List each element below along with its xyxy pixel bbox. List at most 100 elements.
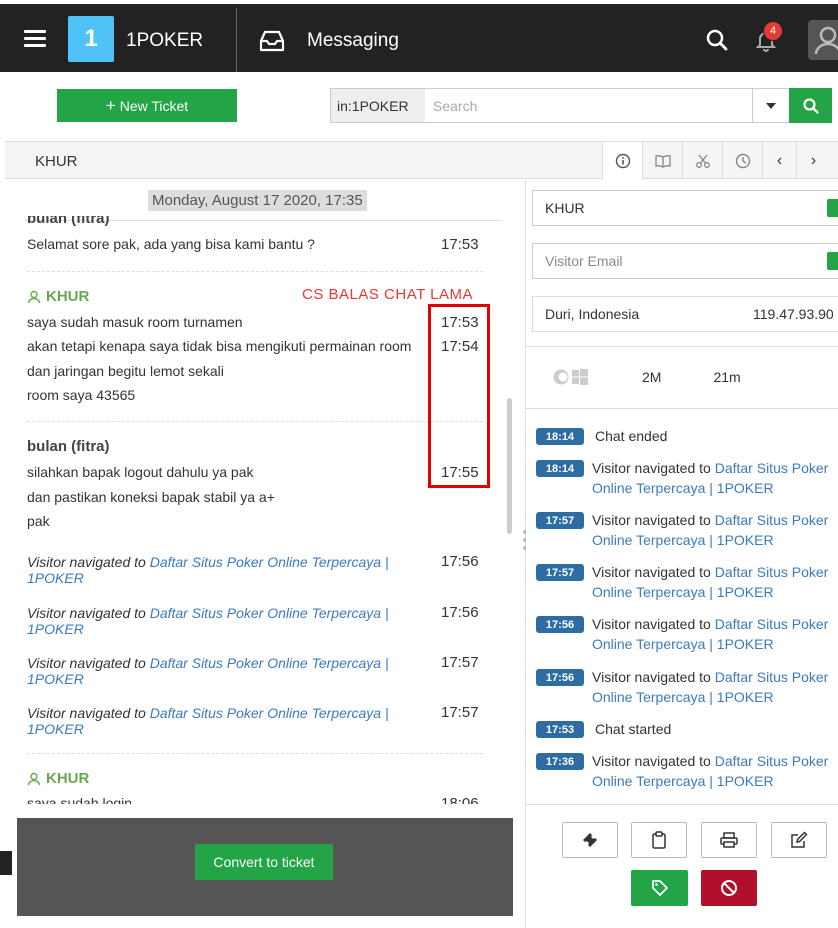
page-link[interactable]: Daftar Situs Poker <box>715 512 829 528</box>
create-ticket-button[interactable] <box>562 822 618 858</box>
book-icon <box>654 154 671 168</box>
copy-transcript-button[interactable] <box>631 822 687 858</box>
print-button[interactable] <box>701 822 757 858</box>
page-link[interactable]: Daftar Situs Poker Online Terpercaya | <box>150 554 389 570</box>
user-icon <box>814 26 838 55</box>
tab-history[interactable] <box>722 142 762 179</box>
message-separator <box>27 271 483 272</box>
page-link[interactable]: 1POKER <box>27 570 84 586</box>
search-button[interactable] <box>789 88 832 123</box>
inbox-icon <box>259 30 285 52</box>
tab-snippets[interactable] <box>682 142 722 179</box>
search-bar: in:1POKER <box>330 88 832 123</box>
message-time: 17:56 <box>441 604 479 621</box>
brand-name[interactable]: 1POKER <box>126 30 203 52</box>
navigation-event: Visitor navigated to Daftar Situs Poker … <box>27 605 389 637</box>
message-time: 18:06 <box>441 795 479 804</box>
visitor-stats: 2M 21m <box>552 366 741 388</box>
windows-icon <box>572 369 588 385</box>
timeline-time-badge: 17:53 <box>536 721 584 738</box>
navigation-event: Visitor navigated to Daftar Situs Poker … <box>27 705 389 737</box>
clipboard-icon <box>652 831 666 849</box>
visitor-name-value: KHUR <box>545 200 585 216</box>
page-link[interactable]: 1POKER <box>27 621 84 637</box>
timeline-time-badge: 18:14 <box>536 428 584 445</box>
page-link[interactable]: 1POKER <box>27 721 84 737</box>
email-placeholder: Visitor Email <box>545 253 623 269</box>
edit-button[interactable] <box>771 822 827 858</box>
search-input[interactable] <box>425 89 753 122</box>
page-link[interactable]: Online Terpercaya | 1POKER <box>592 480 774 496</box>
timeline-text: Visitor navigated to Daftar Situs Poker O… <box>592 564 829 600</box>
page-link[interactable]: Online Terpercaya | 1POKER <box>592 636 774 652</box>
page-link[interactable]: Daftar Situs Poker <box>715 616 829 632</box>
user-avatar[interactable] <box>808 20 838 60</box>
page-link[interactable]: Online Terpercaya | 1POKER <box>592 689 774 705</box>
prev-conversation-button[interactable]: ‹ <box>762 142 796 179</box>
page-link[interactable]: Daftar Situs Poker <box>715 669 829 685</box>
visitor-name: KHUR <box>46 770 90 787</box>
message-text: dan pastikan koneksi bapak stabil ya a+ <box>27 489 275 505</box>
save-icon[interactable] <box>827 252 838 270</box>
ban-visitor-button[interactable] <box>701 870 757 906</box>
search-prefix[interactable]: in:1POKER <box>331 89 425 122</box>
chat-transcript[interactable]: Monday, August 17 2020, 17:35 bulan (fit… <box>5 180 525 804</box>
notification-badge: 4 <box>763 21 783 41</box>
navigation-event: Visitor navigated to Daftar Situs Poker … <box>27 655 389 687</box>
stat-1: 2M <box>642 369 662 385</box>
divider <box>236 8 237 74</box>
operator-name-partial: bulan (fitra) <box>27 210 110 227</box>
toolbar: + New Ticket in:1POKER <box>0 72 838 140</box>
timeline-text: Visitor navigated to Daftar Situs Poker O… <box>592 460 829 496</box>
new-ticket-button[interactable]: + New Ticket <box>57 89 237 122</box>
page-link[interactable]: Online Terpercaya | 1POKER <box>592 584 774 600</box>
tag-button[interactable] <box>631 870 688 906</box>
timeline-time-badge: 17:36 <box>536 753 584 770</box>
page-link[interactable]: Online Terpercaya | 1POKER <box>592 532 774 548</box>
left-edge-tab[interactable] <box>0 851 12 875</box>
conversation-tabbar: KHUR ‹ › <box>5 141 838 179</box>
date-separator: Monday, August 17 2020, 17:35 <box>148 190 367 211</box>
save-icon[interactable] <box>827 199 838 217</box>
print-icon <box>720 832 738 848</box>
page-link[interactable]: 1POKER <box>27 671 84 687</box>
divider <box>526 804 838 805</box>
tab-knowledge[interactable] <box>642 142 682 179</box>
browser-icon <box>553 369 569 385</box>
edit-icon <box>791 831 808 848</box>
search-dropdown-button[interactable] <box>753 89 789 122</box>
convert-to-ticket-button[interactable]: Convert to ticket <box>195 844 333 880</box>
message-separator <box>27 753 483 754</box>
plus-icon: + <box>105 95 116 115</box>
chat-scrollbar[interactable] <box>507 398 512 534</box>
page-link[interactable]: Daftar Situs Poker Online Terpercaya | <box>150 705 389 721</box>
user-icon <box>27 772 41 786</box>
visitor-location: Duri, Indonesia 119.47.93.90 <box>532 296 838 332</box>
compose-area: Convert to ticket <box>17 818 513 916</box>
clock-icon <box>735 153 750 168</box>
visitor-name-field[interactable]: KHUR <box>532 190 838 226</box>
message-separator <box>27 421 483 422</box>
page-link[interactable]: Daftar Situs Poker <box>715 564 829 580</box>
next-conversation-button[interactable]: › <box>796 142 830 179</box>
tab-info[interactable] <box>602 142 642 179</box>
section-title[interactable]: Messaging <box>307 30 399 52</box>
timeline-text: Visitor navigated to Daftar Situs Poker O… <box>592 616 829 652</box>
ip-address: 119.47.93.90 <box>753 306 834 322</box>
page-link[interactable]: Online Terpercaya | 1POKER <box>592 773 774 789</box>
divider <box>526 346 838 347</box>
page-link[interactable]: Daftar Situs Poker Online Terpercaya | <box>150 655 389 671</box>
page-link[interactable]: Daftar Situs Poker <box>715 460 829 476</box>
page-link[interactable]: Daftar Situs Poker <box>715 753 829 769</box>
visitor-info-panel: KHUR Visitor Email Duri, Indonesia 119.4… <box>526 180 838 928</box>
page-link[interactable]: Daftar Situs Poker Online Terpercaya | <box>150 605 389 621</box>
search-icon[interactable] <box>706 29 728 51</box>
hamburger-icon[interactable] <box>24 30 46 48</box>
info-icon <box>615 153 630 168</box>
timeline-time-badge: 18:14 <box>536 460 584 477</box>
annotation-text: CS BALAS CHAT LAMA <box>302 286 473 303</box>
annotation-highlight-box <box>428 304 490 488</box>
logo[interactable]: 1 <box>68 16 114 62</box>
visitor-email-field[interactable]: Visitor Email <box>532 243 838 279</box>
timeline-text: Visitor navigated to Daftar Situs Poker O… <box>592 753 829 789</box>
